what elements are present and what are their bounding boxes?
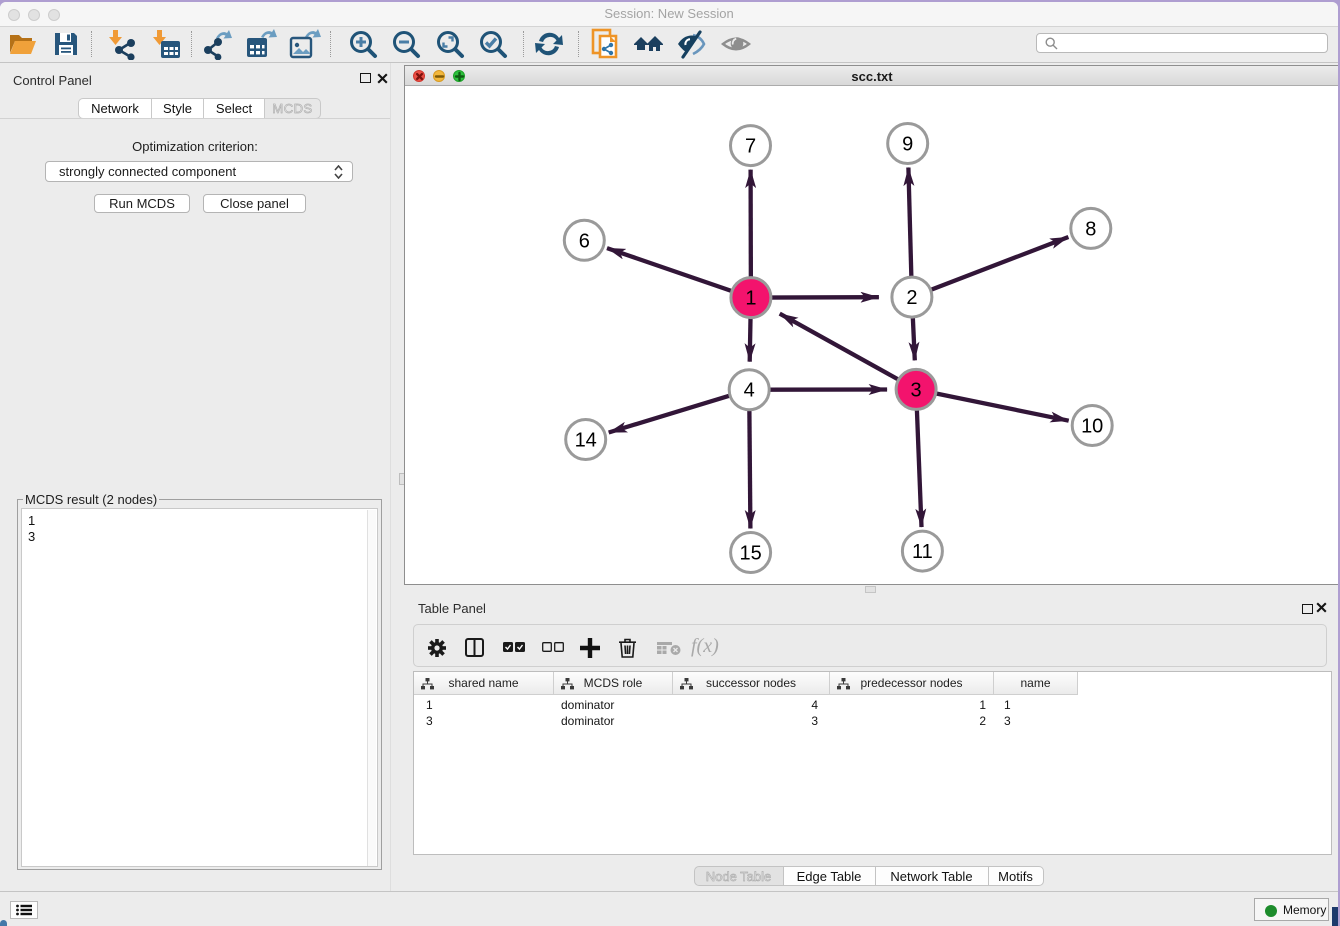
svg-text:1: 1 (745, 288, 756, 310)
svg-text:6: 6 (579, 230, 590, 252)
svg-text:14: 14 (575, 430, 597, 452)
svg-text:10: 10 (1081, 416, 1103, 438)
svg-text:9: 9 (902, 134, 913, 156)
svg-text:3: 3 (911, 379, 922, 401)
svg-text:7: 7 (745, 136, 756, 158)
svg-text:11: 11 (912, 541, 933, 563)
svg-text:4: 4 (744, 380, 755, 402)
svg-text:15: 15 (739, 543, 761, 565)
svg-text:8: 8 (1085, 218, 1096, 240)
svg-text:2: 2 (906, 287, 917, 309)
